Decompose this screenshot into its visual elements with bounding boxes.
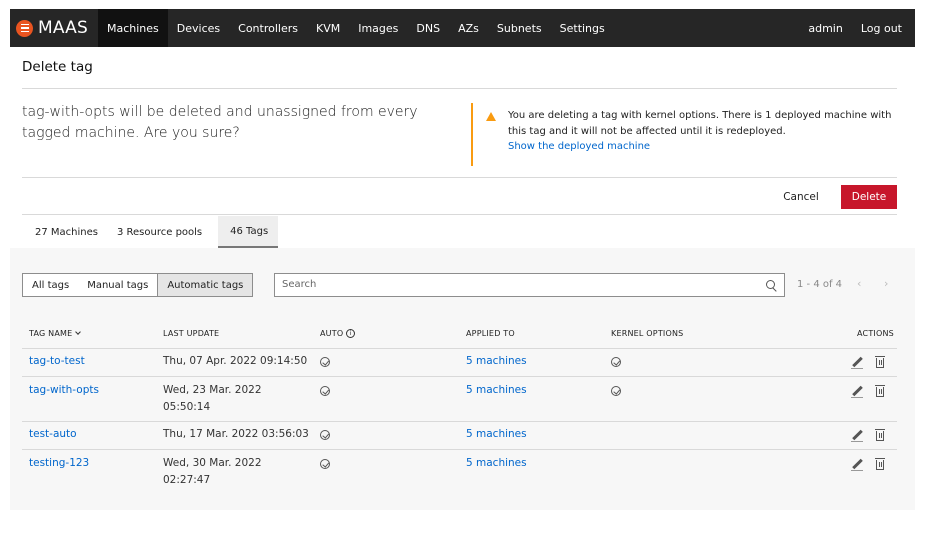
pagination-label: 1 - 4 of 4 [797, 279, 843, 290]
tab-resource-pools[interactable]: 3 Resource pools [104, 216, 208, 248]
last-update: Wed, 23 Mar. 2022 05:50:14 [163, 384, 262, 413]
column-header-tag-name[interactable]: TAG NAME [29, 329, 82, 338]
filter-automatic-tags[interactable]: Automatic tags [157, 274, 253, 296]
check-circle-icon [320, 357, 330, 367]
nav-user[interactable]: admin [799, 9, 851, 47]
edit-icon[interactable] [851, 357, 863, 369]
nav-item-images[interactable]: Images [349, 9, 407, 47]
logout-link[interactable]: Log out [852, 9, 911, 47]
column-header-applied-to: APPLIED TO [466, 329, 515, 338]
trash-icon[interactable] [875, 356, 885, 368]
edit-icon[interactable] [851, 430, 863, 442]
brand-name: MAAS [38, 18, 88, 38]
divider [22, 214, 897, 215]
last-update: Wed, 30 Mar. 2022 02:27:47 [163, 457, 262, 486]
row-divider [22, 376, 897, 377]
last-update: Thu, 17 Mar. 2022 03:56:03 [163, 428, 309, 440]
trash-icon[interactable] [875, 458, 885, 470]
column-header-last-update: LAST UPDATE [163, 329, 220, 338]
column-header-actions: ACTIONS [857, 329, 894, 338]
search-input[interactable] [282, 279, 752, 290]
last-update: Thu, 07 Apr. 2022 09:14:50 [163, 355, 308, 367]
applied-to-link[interactable]: 5 machines [466, 382, 527, 399]
applied-to-link[interactable]: 5 machines [466, 353, 527, 370]
check-circle-icon [611, 357, 621, 367]
tag-filter-group: All tags Manual tags Automatic tags [22, 273, 254, 297]
tab-machines[interactable]: 27 Machines [22, 216, 104, 248]
kernel-options-warning: You are deleting a tag with kernel optio… [471, 103, 899, 166]
tag-name-link[interactable]: tag-with-opts [29, 382, 99, 399]
filter-manual-tags[interactable]: Manual tags [78, 274, 157, 296]
edit-icon[interactable] [851, 459, 863, 471]
tag-name-link[interactable]: tag-to-test [29, 353, 85, 370]
trash-icon[interactable] [875, 429, 885, 441]
divider [22, 177, 897, 178]
row-divider [22, 348, 897, 349]
warning-icon [486, 112, 496, 121]
column-header-kernel-options: KERNEL OPTIONS [611, 329, 684, 338]
divider [22, 88, 897, 89]
nav-item-controllers[interactable]: Controllers [229, 9, 307, 47]
cancel-button[interactable]: Cancel [775, 185, 827, 209]
column-header-auto: AUTO i [320, 329, 356, 338]
previous-page-button[interactable]: ‹ [857, 277, 861, 290]
delete-button[interactable]: Delete [841, 185, 897, 209]
check-circle-icon [320, 430, 330, 440]
check-circle-icon [320, 459, 330, 469]
maas-logo[interactable]: MAAS [16, 18, 88, 38]
search-box [274, 273, 785, 297]
tag-name-link[interactable]: testing-123 [29, 455, 89, 472]
nav-item-machines[interactable]: Machines [98, 9, 168, 47]
info-icon[interactable]: i [346, 329, 356, 338]
show-deployed-machine-link[interactable]: Show the deployed machine [508, 139, 899, 155]
edit-icon[interactable] [851, 386, 863, 398]
applied-to-link[interactable]: 5 machines [466, 426, 527, 443]
applied-to-link[interactable]: 5 machines [466, 455, 527, 472]
nav-item-kvm[interactable]: KVM [307, 9, 349, 47]
delete-confirm-message: tag-with-opts will be deleted and unassi… [22, 104, 418, 141]
trash-icon[interactable] [875, 385, 885, 397]
machine-tabs: 27 Machines 3 Resource pools 46 Tags [22, 216, 279, 248]
maas-logo-icon [16, 19, 33, 37]
check-circle-icon [611, 386, 621, 396]
filter-all-tags[interactable]: All tags [23, 274, 78, 296]
next-page-button[interactable]: › [884, 277, 888, 290]
tab-tags[interactable]: 46 Tags [218, 216, 279, 248]
nav-item-devices[interactable]: Devices [168, 9, 229, 47]
top-nav: MAAS Machines Devices Controllers KVM Im… [10, 9, 915, 47]
row-divider [22, 449, 897, 450]
check-circle-icon [320, 386, 330, 396]
search-icon[interactable] [766, 280, 775, 289]
nav-item-subnets[interactable]: Subnets [488, 9, 551, 47]
nav-item-azs[interactable]: AZs [449, 9, 488, 47]
nav-item-dns[interactable]: DNS [407, 9, 449, 47]
warning-message: You are deleting a tag with kernel optio… [508, 110, 892, 137]
chevron-down-icon [75, 329, 82, 335]
nav-item-settings[interactable]: Settings [551, 9, 614, 47]
tag-name-link[interactable]: test-auto [29, 426, 77, 443]
row-divider [22, 421, 897, 422]
page-title: Delete tag [22, 59, 93, 75]
column-label: TAG NAME [29, 329, 73, 338]
